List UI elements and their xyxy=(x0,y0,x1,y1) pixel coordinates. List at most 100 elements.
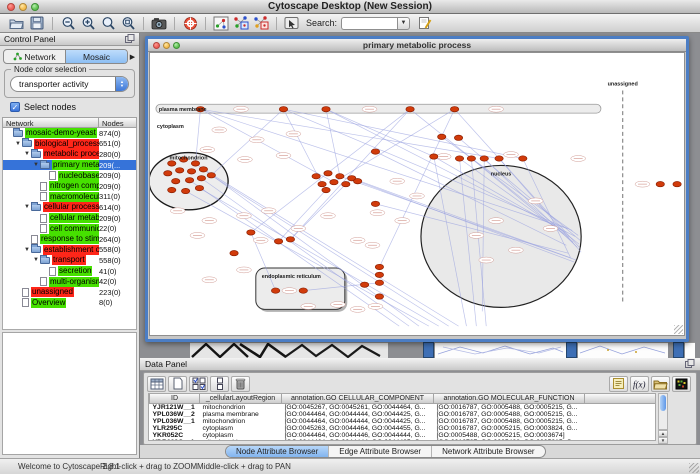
attribute-table[interactable]: ID_cellularLayoutRegionannotation.GO CEL… xyxy=(148,393,656,441)
window-resize-grip[interactable] xyxy=(674,325,683,334)
network-node[interactable] xyxy=(230,250,238,255)
table-mode-icon[interactable] xyxy=(147,376,166,392)
table-vscrollbar[interactable] xyxy=(658,393,668,430)
tree-row[interactable]: Overview8(0) xyxy=(3,298,136,309)
float-panel-icon[interactable] xyxy=(685,355,695,373)
zoom-in-icon[interactable] xyxy=(78,15,98,32)
attr-col-header[interactable]: ID xyxy=(150,394,200,403)
disclosure-triangle-icon[interactable]: ▼ xyxy=(14,141,22,147)
network-node[interactable] xyxy=(195,185,203,190)
tree-row[interactable]: secretion41(0) xyxy=(3,266,136,277)
network-node[interactable] xyxy=(286,237,294,242)
tree-col-nodes[interactable]: Nodes xyxy=(99,117,137,128)
network-node[interactable] xyxy=(322,187,330,192)
tree-row[interactable]: nitrogen compo209(0) xyxy=(3,181,136,192)
formula-icon[interactable]: f(x) xyxy=(630,376,649,392)
network-node[interactable] xyxy=(371,149,379,154)
network-node[interactable] xyxy=(438,134,446,139)
background-window-fragment[interactable] xyxy=(578,342,668,358)
node-color-dropdown[interactable]: transporter activity ▲▼ xyxy=(10,76,129,92)
network-node[interactable] xyxy=(450,107,458,112)
tree-col-network[interactable]: Network xyxy=(2,117,99,128)
scrollbar-thumb[interactable] xyxy=(660,395,666,411)
disclosure-triangle-icon[interactable]: ▼ xyxy=(32,257,40,263)
network-node[interactable] xyxy=(172,179,180,184)
open-icon[interactable] xyxy=(7,15,27,32)
help-icon[interactable] xyxy=(180,15,200,32)
zoom-out-icon[interactable] xyxy=(58,15,78,32)
save-icon[interactable] xyxy=(27,15,47,32)
search-dropdown-icon[interactable]: ▼ xyxy=(397,17,410,30)
tree-row[interactable]: macromolecule311(0) xyxy=(3,192,136,203)
network-node[interactable] xyxy=(360,282,368,287)
network-node[interactable] xyxy=(187,169,195,174)
snapshot-icon[interactable] xyxy=(149,15,169,32)
tab-network[interactable]: Network xyxy=(4,50,65,63)
tab-edge-attribute-browser[interactable]: Edge Attribute Browser xyxy=(328,446,431,457)
disclosure-triangle-icon[interactable]: ▼ xyxy=(23,204,31,210)
tree-row[interactable]: unassigned223(0) xyxy=(3,287,136,298)
matrix-icon[interactable] xyxy=(672,376,691,392)
tree-row[interactable]: ▼establishment of lo558(0) xyxy=(3,245,136,256)
network-node[interactable] xyxy=(318,181,326,186)
network-tree-body[interactable]: mosaic-demo-yeast874(0)▼biological_proce… xyxy=(2,128,137,330)
disclosure-triangle-icon[interactable]: ▼ xyxy=(23,247,31,253)
app-titlebar[interactable]: Cytoscape Desktop (New Session) xyxy=(0,0,700,14)
network-node[interactable] xyxy=(207,173,215,178)
edit-search-icon[interactable] xyxy=(415,15,435,32)
network-node[interactable] xyxy=(247,230,255,235)
network-node[interactable] xyxy=(191,161,199,166)
attr-table-row[interactable]: YJR121W__1mitochondrion[GO:0045267, GO:0… xyxy=(150,403,656,411)
network-node[interactable] xyxy=(164,171,172,176)
birdseye-view-panel[interactable] xyxy=(2,332,137,455)
network-node[interactable] xyxy=(375,264,383,269)
network-node[interactable] xyxy=(330,180,338,185)
attr-col-header[interactable]: annotation.GO CELLULAR_COMPONENT xyxy=(282,394,434,403)
disclosure-triangle-icon[interactable]: ▼ xyxy=(23,151,31,157)
network-node[interactable] xyxy=(375,294,383,299)
tree-row[interactable]: cellular metabo209(0) xyxy=(3,213,136,224)
tab-node-attribute-browser[interactable]: Node Attribute Browser xyxy=(226,446,328,457)
attr-table-row[interactable]: YPL036W__1mitochondrion[GO:0044464, GO:0… xyxy=(150,418,656,425)
network-window-titlebar[interactable]: primary metabolic process xyxy=(148,39,686,52)
unselect-attributes-icon[interactable] xyxy=(210,376,229,392)
background-window-fragment[interactable] xyxy=(190,342,388,358)
attr-col-header[interactable]: _cellularLayoutRegion xyxy=(200,394,282,403)
network-node[interactable] xyxy=(375,280,383,285)
open-attribute-file-icon[interactable] xyxy=(651,376,670,392)
network-node[interactable] xyxy=(197,176,205,181)
tab-overflow-icon[interactable]: ▶ xyxy=(128,53,137,61)
network-node[interactable] xyxy=(312,174,320,179)
dropdown-stepper-icon[interactable]: ▲▼ xyxy=(115,77,128,91)
tree-row[interactable]: cell communicat22(0) xyxy=(3,223,136,234)
network-node[interactable] xyxy=(519,156,527,161)
network-node[interactable] xyxy=(656,181,664,186)
network-node[interactable] xyxy=(467,156,475,161)
network-node[interactable] xyxy=(274,239,282,244)
zoom-selected-icon[interactable] xyxy=(118,15,138,32)
network-node[interactable] xyxy=(176,168,184,173)
network-view-window[interactable]: primary metabolic process plasma membran… xyxy=(145,36,689,342)
vizmapper-nodes-icon[interactable] xyxy=(231,15,251,32)
attr-table-row[interactable]: YDR039C__1mitochondrion[GO:0044464, GO:0… xyxy=(150,439,656,441)
network-node[interactable] xyxy=(455,156,463,161)
delete-attribute-icon[interactable] xyxy=(231,376,250,392)
search-combobox[interactable]: ▼ xyxy=(341,17,410,30)
network-node[interactable] xyxy=(199,167,207,172)
network-node[interactable] xyxy=(299,288,307,293)
new-attribute-icon[interactable] xyxy=(168,376,187,392)
zoom-fit-icon[interactable] xyxy=(98,15,118,32)
network-node[interactable] xyxy=(168,187,176,192)
network-node[interactable] xyxy=(342,181,350,186)
background-window-fragment[interactable] xyxy=(566,342,577,358)
network-edge[interactable] xyxy=(290,109,410,239)
network-node[interactable] xyxy=(673,181,681,186)
network-node[interactable] xyxy=(454,135,462,140)
network-node[interactable] xyxy=(495,156,503,161)
tree-row[interactable]: ▼cellular process614(0) xyxy=(3,202,136,213)
scroll-up-icon[interactable]: ▲ xyxy=(658,430,668,437)
network-node[interactable] xyxy=(168,161,176,166)
network-node[interactable] xyxy=(279,107,287,112)
tab-mosaic[interactable]: Mosaic xyxy=(65,50,127,63)
network-node[interactable] xyxy=(354,179,362,184)
